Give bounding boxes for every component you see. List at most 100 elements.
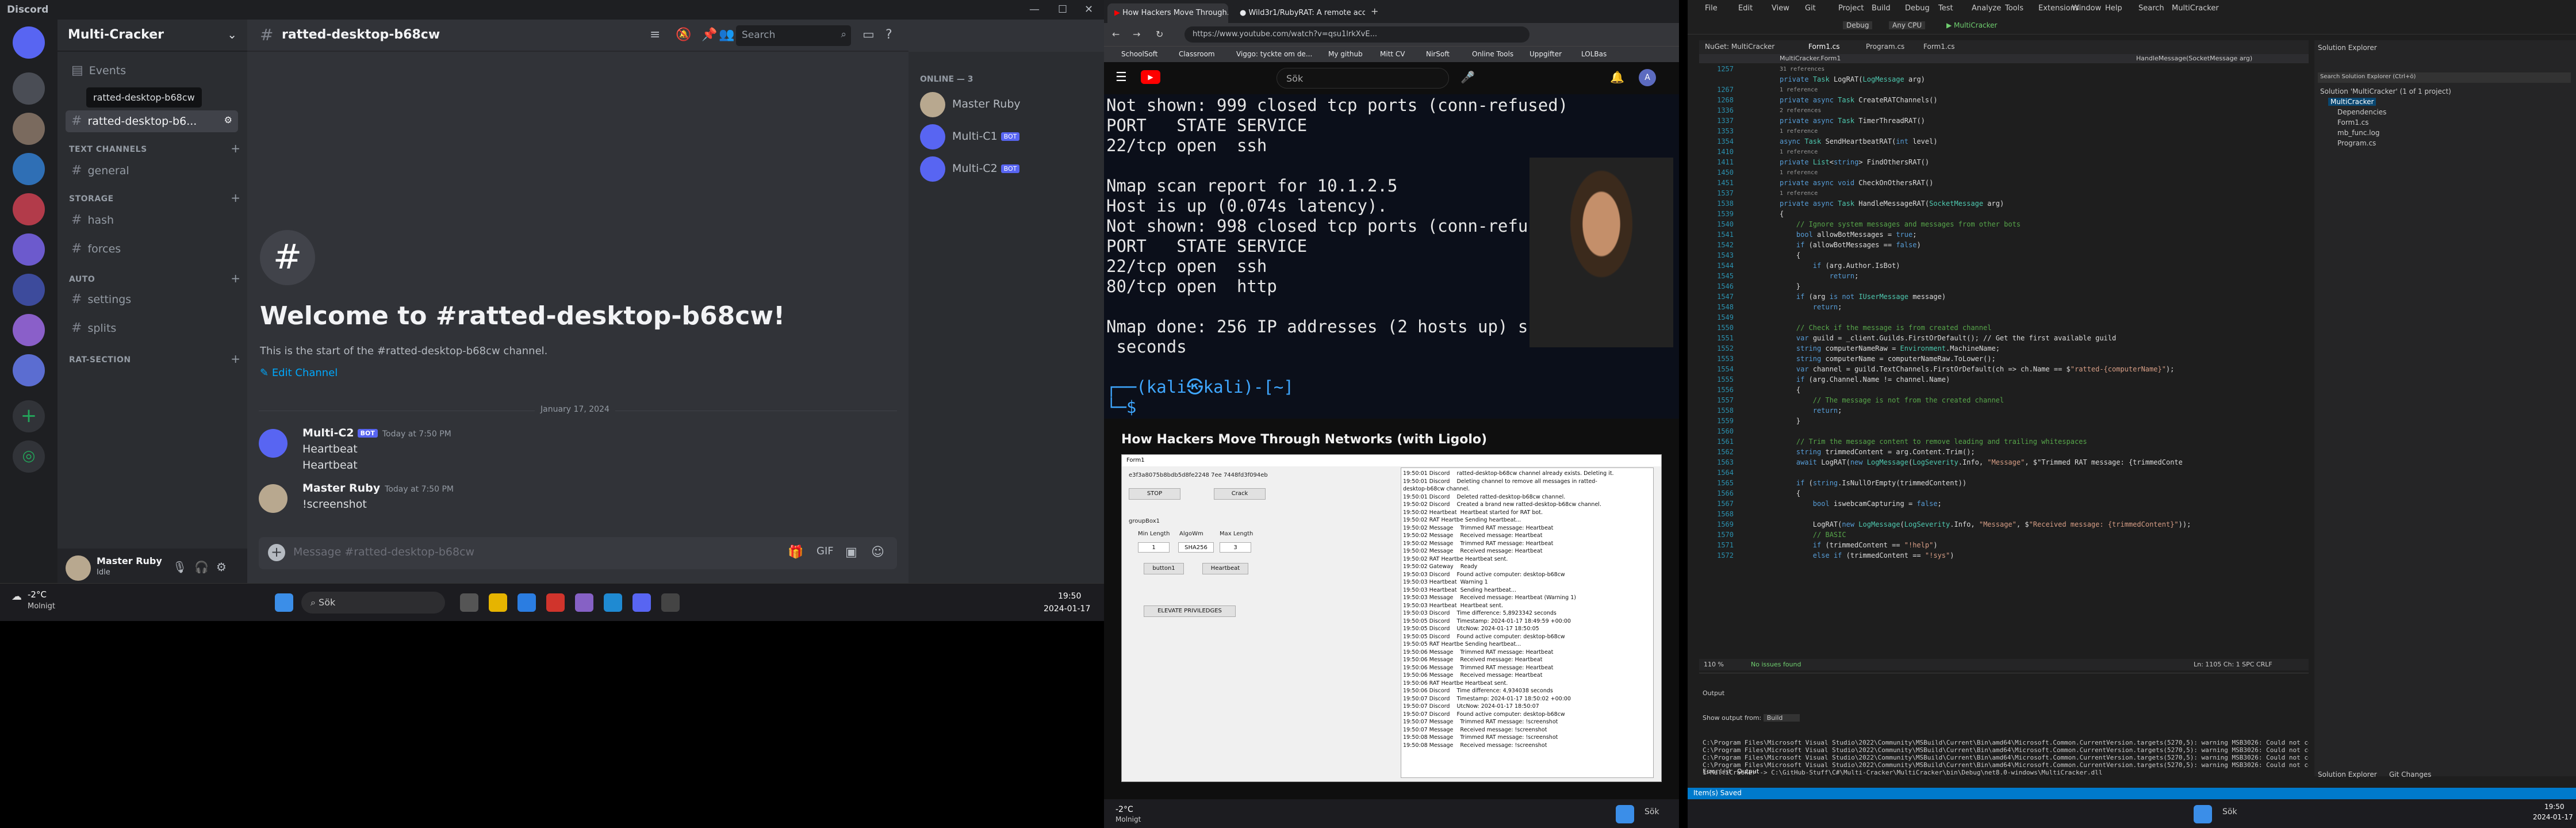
server-icon[interactable]: [13, 72, 45, 105]
start-icon[interactable]: [275, 593, 293, 612]
heartbeat-button[interactable]: Heartbeat: [1202, 563, 1248, 574]
app-icon[interactable]: [518, 593, 536, 612]
output-source-select[interactable]: Build: [1763, 714, 1800, 722]
code-line[interactable]: 31 references: [1780, 64, 1824, 74]
elevate-button[interactable]: ELEVATE PRIVILEDGES: [1144, 605, 1236, 617]
min-length-input[interactable]: 1: [1138, 542, 1170, 553]
tab-program[interactable]: Program.cs: [1866, 43, 1904, 51]
code-line[interactable]: private async void CheckOnOthersRAT(): [1780, 178, 1933, 188]
code-line[interactable]: {: [1780, 385, 1800, 395]
code-line[interactable]: if (arg.Channel.Name != channel.Name): [1780, 375, 1950, 385]
code-line[interactable]: 1 reference: [1780, 168, 1818, 178]
issues-status[interactable]: No issues found: [1751, 661, 1801, 668]
start-icon[interactable]: [1616, 805, 1634, 823]
menu-item[interactable]: View: [1772, 4, 1789, 13]
menu-item[interactable]: Analyze: [1972, 4, 2001, 13]
headphones-icon[interactable]: 🎧: [194, 560, 209, 574]
channel-splits[interactable]: # splits: [66, 317, 238, 339]
server-header[interactable]: Multi-Cracker ⌄: [57, 20, 247, 52]
tab-github[interactable]: ● Wild3r1/RubyRAT: A remote access...: [1233, 3, 1365, 23]
gif-icon[interactable]: GIF: [816, 545, 834, 557]
explore-icon[interactable]: ◎: [13, 440, 45, 473]
minimize-icon[interactable]: —: [1029, 3, 1040, 16]
bell-icon[interactable]: 🔕: [676, 28, 691, 42]
server-icon[interactable]: [13, 274, 45, 306]
bookmark[interactable]: Uppgifter: [1529, 50, 1562, 58]
microphone-icon[interactable]: 🎤: [1460, 70, 1475, 84]
code-line[interactable]: if (arg is not IUserMessage message): [1780, 292, 1946, 302]
channel-general[interactable]: # general: [66, 160, 238, 182]
tab-nuget[interactable]: NuGet: MultiCracker: [1705, 43, 1774, 51]
code-line[interactable]: return;: [1780, 406, 1842, 416]
add-channel-icon[interactable]: +: [231, 271, 240, 285]
app-icon[interactable]: [661, 593, 680, 612]
add-channel-icon[interactable]: +: [231, 352, 240, 366]
platform-select[interactable]: Any CPU: [1889, 21, 1926, 29]
max-length-input[interactable]: 3: [1220, 542, 1251, 553]
server-icon[interactable]: [13, 193, 45, 225]
bookmark[interactable]: LOLBas: [1581, 50, 1607, 58]
code-line[interactable]: 1 reference: [1780, 147, 1818, 157]
code-line[interactable]: private async Task TimerThreadRAT(): [1780, 116, 1925, 126]
run-button[interactable]: ▶ MultiCracker: [1946, 21, 1997, 29]
menu-item[interactable]: Window: [2072, 4, 2101, 13]
zoom-level[interactable]: 110 %: [1704, 661, 1724, 668]
home-icon[interactable]: [13, 26, 45, 59]
menu-item[interactable]: MultiCracker: [2172, 4, 2219, 13]
menu-item[interactable]: Project: [1838, 4, 1864, 13]
youtube-logo-icon[interactable]: ▶: [1141, 70, 1160, 84]
avatar[interactable]: [259, 484, 288, 513]
tree-item[interactable]: Program.cs: [2337, 139, 2376, 147]
tree-item[interactable]: Dependencies: [2337, 108, 2386, 116]
code-line[interactable]: bool iswebcamCapturing = false;: [1780, 499, 1942, 509]
code-editor[interactable]: 1257 31 references private Task LogRAT(Log…: [1699, 64, 2309, 662]
search-input[interactable]: Search ⌕: [736, 25, 851, 46]
brave-icon[interactable]: [546, 593, 565, 612]
code-line[interactable]: if (string.IsNullOrEmpty(trimmedContent)…: [1780, 478, 1966, 488]
code-line[interactable]: 1 reference: [1780, 85, 1818, 95]
code-line[interactable]: {: [1780, 489, 1800, 499]
help-icon[interactable]: ?: [885, 28, 892, 42]
close-icon[interactable]: ✕: [1084, 3, 1093, 16]
solution-search[interactable]: Search Solution Explorer (Ctrl+ö): [2318, 72, 2571, 83]
menu-item[interactable]: Test: [1938, 4, 1953, 13]
code-line[interactable]: if (arg.Author.IsBot): [1780, 261, 1900, 271]
reload-icon[interactable]: ↻: [1156, 29, 1163, 40]
code-line[interactable]: private Task LogRAT(LogMessage arg): [1780, 75, 1925, 85]
code-line[interactable]: return;: [1780, 302, 1842, 312]
code-line[interactable]: {: [1780, 251, 1800, 260]
tree-project[interactable]: MultiCracker: [2328, 98, 2376, 106]
visual-studio-icon[interactable]: [575, 593, 593, 612]
server-icon[interactable]: [13, 314, 45, 346]
message-author[interactable]: Multi-C2 BOT Today at 7:50 PM: [302, 427, 451, 439]
threads-icon[interactable]: ≡: [650, 28, 660, 42]
code-line[interactable]: string trimmedContent = arg.Content.Trim…: [1780, 447, 1975, 457]
tab-git-changes[interactable]: Git Changes: [2389, 770, 2431, 779]
nav-class[interactable]: MultiCracker.Form1: [1780, 55, 1841, 62]
code-line[interactable]: // BASIC: [1780, 530, 1846, 540]
chevron-down-icon[interactable]: ⌄: [227, 28, 237, 41]
gift-icon[interactable]: 🎁: [788, 545, 803, 559]
tab-output[interactable]: Output: [1737, 768, 1759, 775]
crack-button[interactable]: Crack: [1214, 488, 1266, 500]
menu-item[interactable]: Tools: [2005, 4, 2023, 13]
video-player[interactable]: Not shown: 999 closed tcp ports (conn-re…: [1104, 94, 1679, 419]
code-line[interactable]: 1 reference: [1780, 189, 1818, 198]
config-select[interactable]: Debug: [1843, 21, 1873, 29]
bookmark[interactable]: NirSoft: [1426, 50, 1450, 58]
code-line[interactable]: await LogRAT(new LogMessage(LogSeverity.…: [1780, 458, 2183, 467]
code-line[interactable]: {: [1780, 209, 1784, 219]
emoji-icon[interactable]: ☺: [871, 545, 884, 559]
menu-icon[interactable]: ☰: [1116, 70, 1127, 85]
menu-item[interactable]: File: [1705, 4, 1718, 13]
pin-icon[interactable]: 📌: [702, 28, 717, 42]
code-line[interactable]: bool allowBotMessages = true;: [1780, 230, 1917, 240]
menu-item[interactable]: Search: [2138, 4, 2164, 13]
settings-icon[interactable]: ⚙: [224, 114, 232, 125]
tree-solution[interactable]: Solution 'MultiCracker' (1 of 1 project): [2320, 87, 2451, 95]
url-input[interactable]: https://www.youtube.com/watch?v=qsu1lrkX…: [1184, 26, 1529, 43]
stop-button[interactable]: STOP: [1129, 488, 1180, 500]
bookmark[interactable]: Online Tools: [1472, 50, 1513, 58]
bookmark[interactable]: My github: [1328, 50, 1363, 58]
bookmark[interactable]: Viggo: tyckte om de...: [1236, 50, 1312, 58]
